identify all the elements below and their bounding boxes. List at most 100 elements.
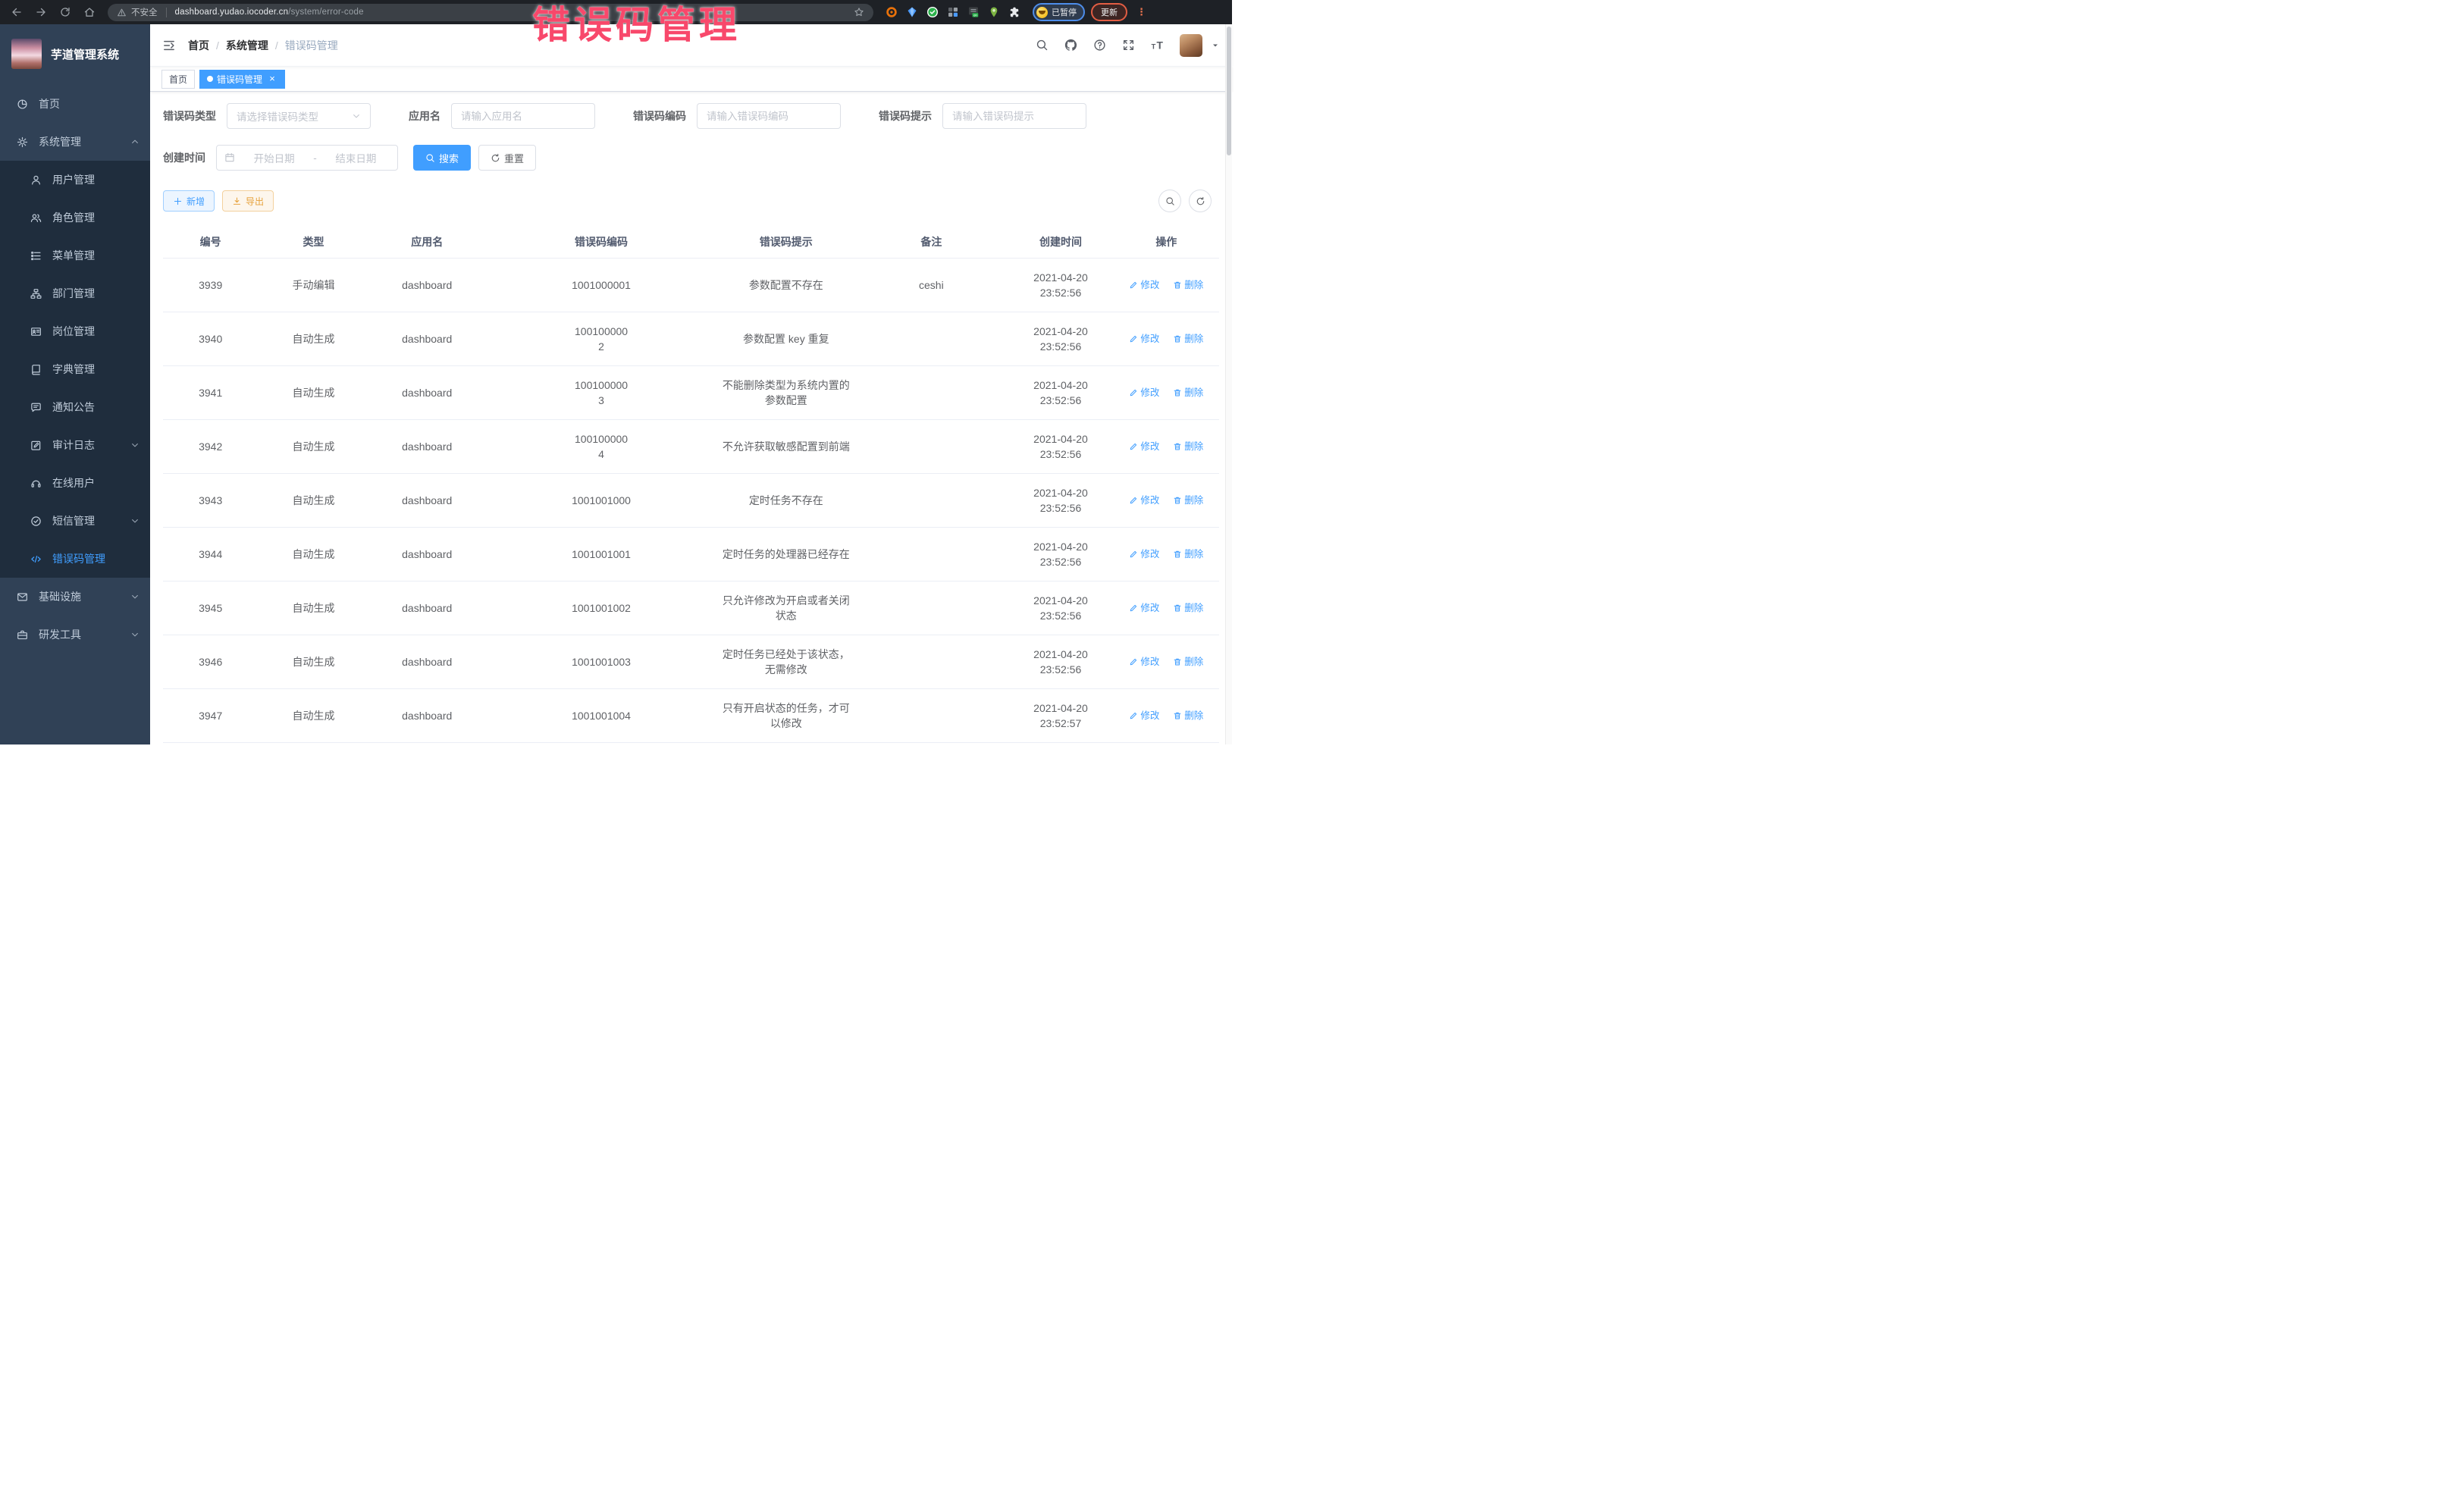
delete-button[interactable]: 删除 <box>1173 708 1203 723</box>
edit-button[interactable]: 修改 <box>1129 547 1159 562</box>
cell-remark <box>854 312 1008 366</box>
check-circle-icon[interactable] <box>926 6 939 18</box>
page-content: 错误码类型 请选择错误码类型 应用名 错误码编码 错误码提示 <box>150 92 1232 744</box>
edit-button[interactable]: 修改 <box>1129 708 1159 723</box>
close-icon[interactable]: × <box>267 74 277 84</box>
edit-button[interactable]: 修改 <box>1129 385 1159 400</box>
sidebar-item[interactable]: 菜单管理 <box>0 237 150 274</box>
gem-icon[interactable] <box>906 6 918 18</box>
svg-text:T: T <box>1152 42 1156 51</box>
pin-icon[interactable] <box>988 6 1000 18</box>
reload-icon[interactable] <box>59 6 71 18</box>
cell-actions: 修改 删除 <box>1114 312 1219 366</box>
scrollbar-thumb[interactable] <box>1227 27 1231 155</box>
back-icon[interactable] <box>11 6 23 18</box>
menu-list-icon <box>30 250 42 262</box>
column-header: 应用名 <box>369 226 485 259</box>
sidebar-item[interactable]: 部门管理 <box>0 274 150 312</box>
delete-button[interactable]: 删除 <box>1173 547 1203 562</box>
breadcrumb-item[interactable]: 错误码管理 <box>285 38 338 53</box>
toolbar-circle-button[interactable] <box>1189 190 1212 212</box>
sidebar-item[interactable]: 首页 <box>0 85 150 123</box>
table-toolbar: 新增 导出 <box>163 190 1219 212</box>
tab[interactable]: 首页 <box>161 70 195 89</box>
github-icon[interactable] <box>1064 39 1077 52</box>
user-icon <box>30 174 42 186</box>
sidebar-item[interactable]: 在线用户 <box>0 464 150 502</box>
fullscreen-icon[interactable] <box>1122 39 1135 52</box>
user-avatar[interactable] <box>1180 34 1202 57</box>
error-message-input[interactable] <box>942 103 1086 129</box>
app-logo[interactable]: 芋道管理系统 <box>0 24 150 83</box>
delete-button[interactable]: 删除 <box>1173 385 1203 400</box>
forward-icon[interactable] <box>35 6 47 18</box>
browser-menu-icon[interactable]: ⋮ <box>1136 6 1146 18</box>
tab[interactable]: 错误码管理 × <box>199 70 285 89</box>
sidebar-item[interactable]: 系统管理 <box>0 123 150 161</box>
edit-button[interactable]: 修改 <box>1129 439 1159 454</box>
cell-time: 2021-04-20 23:52:57 <box>1008 689 1113 743</box>
switch-on-icon[interactable]: on <box>967 6 980 18</box>
error-type-select[interactable]: 请选择错误码类型 <box>227 103 371 129</box>
edit-button[interactable]: 修改 <box>1129 331 1159 346</box>
home-icon[interactable] <box>83 6 96 18</box>
tools-icon <box>17 629 28 641</box>
sidebar-item[interactable]: 基础设施 <box>0 578 150 616</box>
cell-actions: 修改 删除 <box>1114 743 1219 745</box>
cell-remark <box>854 581 1008 635</box>
chevron-down-icon <box>130 630 140 639</box>
bookmark-star-icon[interactable] <box>854 7 864 17</box>
grid-icon[interactable] <box>947 6 959 18</box>
breadcrumb-item[interactable]: 系统管理 <box>226 38 285 53</box>
sidebar-item[interactable]: 通知公告 <box>0 388 150 426</box>
delete-button[interactable]: 删除 <box>1173 277 1203 293</box>
column-header: 创建时间 <box>1008 226 1113 259</box>
sidebar-item[interactable]: 研发工具 <box>0 616 150 654</box>
export-button[interactable]: 导出 <box>222 190 274 212</box>
audit-icon <box>30 440 42 451</box>
sidebar-item[interactable]: 短信管理 <box>0 502 150 540</box>
delete-button[interactable]: 删除 <box>1173 439 1203 454</box>
chevron-down-icon <box>130 592 140 601</box>
textsize-icon[interactable]: TT <box>1151 39 1164 52</box>
reset-button[interactable]: 重置 <box>478 145 536 171</box>
add-button[interactable]: 新增 <box>163 190 215 212</box>
date-range-picker[interactable]: 开始日期 - 结束日期 <box>216 145 398 171</box>
sidebar-item[interactable]: 审计日志 <box>0 426 150 464</box>
sidebar-item[interactable]: 错误码管理 <box>0 540 150 578</box>
hamburger-icon[interactable] <box>162 39 176 52</box>
delete-button[interactable]: 删除 <box>1173 654 1203 669</box>
help-icon[interactable] <box>1093 39 1106 52</box>
target-icon[interactable] <box>886 6 898 18</box>
sidebar-item[interactable]: 角色管理 <box>0 199 150 237</box>
search-button[interactable]: 搜索 <box>413 145 471 171</box>
sidebar-item[interactable]: 用户管理 <box>0 161 150 199</box>
refresh-icon <box>1196 196 1205 206</box>
table-header-row: 编号类型应用名错误码编码错误码提示备注创建时间操作 <box>163 226 1219 259</box>
edit-button[interactable]: 修改 <box>1129 600 1159 616</box>
pencil-icon <box>1129 603 1138 613</box>
delete-button[interactable]: 删除 <box>1173 600 1203 616</box>
edit-button[interactable]: 修改 <box>1129 493 1159 508</box>
edit-button[interactable]: 修改 <box>1129 277 1159 293</box>
caret-down-icon[interactable] <box>1211 41 1220 50</box>
breadcrumb-item[interactable]: 首页 <box>188 38 226 53</box>
toolbar-circle-button[interactable] <box>1158 190 1181 212</box>
scrollbar[interactable] <box>1225 24 1232 744</box>
profile-chip[interactable]: 已暂停 <box>1033 3 1085 21</box>
delete-button[interactable]: 删除 <box>1173 493 1203 508</box>
cell-code: 1001001001 <box>485 528 717 581</box>
sidebar-item[interactable]: 岗位管理 <box>0 312 150 350</box>
puzzle-icon[interactable] <box>1008 6 1020 18</box>
cell-time: 2021-04-20 23:52:56 <box>1008 474 1113 528</box>
app-name-input[interactable] <box>451 103 595 129</box>
search-icon[interactable] <box>1036 39 1049 52</box>
pencil-icon <box>1129 442 1138 451</box>
browser-update-button[interactable]: 更新 <box>1091 3 1127 21</box>
sidebar-item[interactable]: 字典管理 <box>0 350 150 388</box>
delete-button[interactable]: 删除 <box>1173 331 1203 346</box>
address-bar[interactable]: 不安全 dashboard.yudao.iocoder.cn/system/er… <box>108 4 873 21</box>
error-code-input[interactable] <box>697 103 841 129</box>
cell-time: 2021-04-20 23:52:57 <box>1008 743 1113 745</box>
edit-button[interactable]: 修改 <box>1129 654 1159 669</box>
